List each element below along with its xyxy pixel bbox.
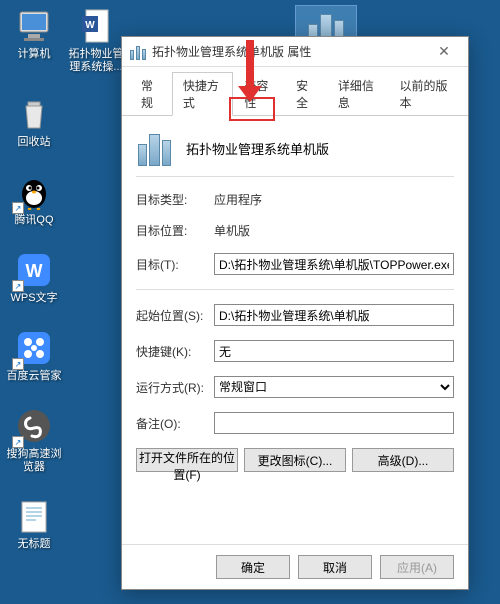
tab-shortcut[interactable]: 快捷方式	[172, 72, 234, 116]
start-in-label: 起始位置(S):	[136, 307, 214, 324]
advanced-button[interactable]: 高级(D)...	[352, 448, 454, 472]
desktop-icon-baidu[interactable]: ↗ 百度云管家	[4, 328, 64, 383]
desktop-icon-qq[interactable]: ↗ 腾讯QQ	[4, 172, 64, 227]
desktop-icon-computer[interactable]: 计算机	[4, 6, 64, 61]
cancel-button[interactable]: 取消	[298, 555, 372, 579]
close-button[interactable]: ✕	[424, 38, 464, 66]
desktop-icon-word-doc[interactable]: W 拓扑物业管理系统操...	[66, 6, 126, 74]
comment-label: 备注(O):	[136, 415, 214, 432]
desktop-icon-notepad[interactable]: 无标题	[4, 496, 64, 551]
svg-text:W: W	[26, 261, 43, 281]
shortcut-overlay-icon: ↗	[12, 358, 24, 370]
app-name: 拓扑物业管理系统单机版	[186, 139, 329, 158]
run-mode-label: 运行方式(R):	[136, 379, 214, 396]
tab-details[interactable]: 详细信息	[327, 72, 389, 116]
desktop-icon-wps[interactable]: W↗ WPS文字	[4, 250, 64, 305]
target-location-label: 目标位置:	[136, 222, 214, 239]
tab-compatibility[interactable]: 兼容性	[233, 72, 285, 116]
shortcut-overlay-icon: ↗	[12, 280, 24, 292]
shortcut-key-label: 快捷键(K):	[136, 343, 214, 360]
shortcut-overlay-icon: ↗	[12, 202, 24, 214]
desktop-icon-sogou[interactable]: ↗ 搜狗高速浏览器	[4, 406, 64, 474]
shortcut-key-input[interactable]	[214, 340, 454, 362]
divider	[136, 176, 454, 177]
comment-input[interactable]	[214, 412, 454, 434]
target-input[interactable]	[214, 253, 454, 275]
desktop-icon-recycle[interactable]: 回收站	[4, 94, 64, 149]
divider	[136, 289, 454, 290]
tab-body: 拓扑物业管理系统单机版 目标类型: 应用程序 目标位置: 单机版 目标(T): …	[122, 116, 468, 544]
app-icon-large	[136, 130, 172, 166]
dialog-titlebar[interactable]: 拓扑物业管理系统单机版 属性 ✕	[122, 37, 468, 67]
target-type-value: 应用程序	[214, 191, 262, 208]
start-in-input[interactable]	[214, 304, 454, 326]
target-location-value: 单机版	[214, 222, 250, 239]
tab-security[interactable]: 安全	[285, 72, 327, 116]
svg-text:W: W	[85, 20, 95, 31]
dialog-title: 拓扑物业管理系统单机版 属性	[152, 43, 424, 60]
dialog-footer: 确定 取消 应用(A)	[122, 544, 468, 589]
open-file-location-button[interactable]: 打开文件所在的位置(F)	[136, 448, 238, 472]
apply-button[interactable]: 应用(A)	[380, 555, 454, 579]
run-mode-select[interactable]: 常规窗口	[214, 376, 454, 398]
change-icon-button[interactable]: 更改图标(C)...	[244, 448, 346, 472]
tab-general[interactable]: 常规	[130, 72, 172, 116]
ok-button[interactable]: 确定	[216, 555, 290, 579]
tab-previous-versions[interactable]: 以前的版本	[389, 72, 461, 116]
dialog-app-icon	[130, 44, 146, 60]
tab-strip: 常规 快捷方式 兼容性 安全 详细信息 以前的版本	[122, 67, 468, 116]
target-label: 目标(T):	[136, 256, 214, 273]
shortcut-overlay-icon: ↗	[12, 436, 24, 448]
target-type-label: 目标类型:	[136, 191, 214, 208]
properties-dialog: 拓扑物业管理系统单机版 属性 ✕ 常规 快捷方式 兼容性 安全 详细信息 以前的…	[121, 36, 469, 590]
